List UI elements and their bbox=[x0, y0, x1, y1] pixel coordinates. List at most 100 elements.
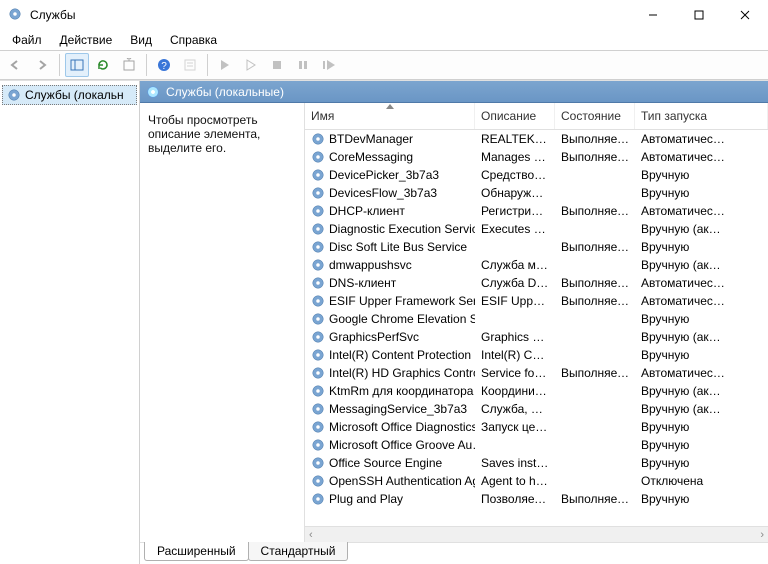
service-row[interactable]: Microsoft Office Groove Au…Вручную bbox=[305, 436, 768, 454]
bottom-tabs: Расширенный Стандартный bbox=[140, 542, 768, 564]
tree-root-label: Службы (локальн bbox=[25, 88, 124, 102]
cell-startup: Вручную bbox=[635, 186, 768, 200]
scroll-left-icon[interactable]: ‹ bbox=[309, 529, 313, 541]
main-area: Службы (локальн Службы (локальные) Чтобы… bbox=[0, 80, 768, 564]
service-row[interactable]: MessagingService_3b7a3Служба, от…Вручную… bbox=[305, 400, 768, 418]
svg-text:?: ? bbox=[161, 61, 167, 72]
service-row[interactable]: DevicesFlow_3b7a3Обнаруже…Вручную bbox=[305, 184, 768, 202]
service-row[interactable]: Google Chrome Elevation Se…Вручную bbox=[305, 310, 768, 328]
cell-startup: Вручную bbox=[635, 312, 768, 326]
cell-name: DevicePicker_3b7a3 bbox=[305, 168, 475, 182]
cell-description: Координи… bbox=[475, 384, 555, 398]
console-tree[interactable]: Службы (локальн bbox=[0, 81, 140, 564]
cell-description: Executes di… bbox=[475, 222, 555, 236]
column-start-label: Тип запуска bbox=[641, 109, 707, 123]
service-row[interactable]: ESIF Upper Framework ServiceESIF Upper …… bbox=[305, 292, 768, 310]
service-icon bbox=[311, 366, 325, 380]
service-name-text: Intel(R) Content Protection H… bbox=[329, 348, 475, 362]
sort-asc-icon bbox=[386, 104, 394, 109]
service-icon bbox=[311, 240, 325, 254]
close-button[interactable] bbox=[722, 0, 768, 30]
service-row[interactable]: Microsoft Office Diagnostics…Запуск цен…… bbox=[305, 418, 768, 436]
service-row[interactable]: Office Source EngineSaves instal…Вручную bbox=[305, 454, 768, 472]
cell-name: Diagnostic Execution Service bbox=[305, 222, 475, 236]
properties-button[interactable] bbox=[178, 53, 202, 77]
service-name-text: Microsoft Office Groove Au… bbox=[329, 438, 475, 452]
menubar: Файл Действие Вид Справка bbox=[0, 30, 768, 50]
tree-root-services[interactable]: Службы (локальн bbox=[2, 85, 137, 105]
cell-name: GraphicsPerfSvc bbox=[305, 330, 475, 344]
column-name[interactable]: Имя bbox=[305, 103, 475, 129]
service-icon bbox=[311, 222, 325, 236]
toolbar-separator bbox=[59, 54, 60, 76]
toolbar-separator bbox=[207, 54, 208, 76]
service-row[interactable]: CoreMessagingManages c…ВыполняетсяАвтома… bbox=[305, 148, 768, 166]
content-pane: Службы (локальные) Чтобы просмотреть опи… bbox=[140, 81, 768, 564]
window-title: Службы bbox=[30, 8, 630, 22]
grid-body[interactable]: BTDevManagerREALTEK Bl…ВыполняетсяАвтома… bbox=[305, 130, 768, 526]
column-state[interactable]: Состояние bbox=[555, 103, 635, 129]
cell-startup: Вручную (ак… bbox=[635, 258, 768, 272]
maximize-button[interactable] bbox=[676, 0, 722, 30]
service-row[interactable]: KtmRm для координатора …Координи…Вручную… bbox=[305, 382, 768, 400]
nav-forward-button[interactable] bbox=[30, 53, 54, 77]
tab-standard[interactable]: Стандартный bbox=[248, 542, 349, 561]
cell-name: CoreMessaging bbox=[305, 150, 475, 164]
stop-service-button[interactable] bbox=[265, 53, 289, 77]
column-startup[interactable]: Тип запуска bbox=[635, 103, 768, 129]
service-icon bbox=[311, 330, 325, 344]
service-row[interactable]: DNS-клиентСлужба D…ВыполняетсяАвтоматиче… bbox=[305, 274, 768, 292]
cell-name: Intel(R) Content Protection H… bbox=[305, 348, 475, 362]
start-service-button[interactable] bbox=[213, 53, 237, 77]
service-row[interactable]: OpenSSH Authentication Ag…Agent to h…Отк… bbox=[305, 472, 768, 490]
service-row[interactable]: dmwappushsvcСлужба ма…Вручную (ак… bbox=[305, 256, 768, 274]
service-row[interactable]: Plug and PlayПозволяет …ВыполняетсяВручн… bbox=[305, 490, 768, 508]
service-row[interactable]: DHCP-клиентРегистриру…ВыполняетсяАвтомат… bbox=[305, 202, 768, 220]
service-name-text: CoreMessaging bbox=[329, 150, 413, 164]
export-button[interactable] bbox=[117, 53, 141, 77]
show-hide-tree-button[interactable] bbox=[65, 53, 89, 77]
menu-view[interactable]: Вид bbox=[122, 31, 160, 49]
service-row[interactable]: Disc Soft Lite Bus ServiceВыполняетсяВру… bbox=[305, 238, 768, 256]
restart-service-button[interactable] bbox=[317, 53, 341, 77]
cell-name: ESIF Upper Framework Service bbox=[305, 294, 475, 308]
cell-startup: Вручную (ак… bbox=[635, 402, 768, 416]
menu-help[interactable]: Справка bbox=[162, 31, 225, 49]
service-row[interactable]: Diagnostic Execution ServiceExecutes di…… bbox=[305, 220, 768, 238]
service-name-text: Plug and Play bbox=[329, 492, 403, 506]
column-description[interactable]: Описание bbox=[475, 103, 555, 129]
help-button[interactable]: ? bbox=[152, 53, 176, 77]
cell-startup: Вручную bbox=[635, 456, 768, 470]
cell-state: Выполняется bbox=[555, 240, 635, 254]
service-row[interactable]: Intel(R) HD Graphics Control …Service fo… bbox=[305, 364, 768, 382]
service-icon bbox=[311, 384, 325, 398]
service-row[interactable]: GraphicsPerfSvcGraphics p…Вручную (ак… bbox=[305, 328, 768, 346]
cell-name: DHCP-клиент bbox=[305, 204, 475, 218]
menu-action[interactable]: Действие bbox=[52, 31, 121, 49]
service-row[interactable]: BTDevManagerREALTEK Bl…ВыполняетсяАвтома… bbox=[305, 130, 768, 148]
service-icon bbox=[311, 150, 325, 164]
cell-name: Microsoft Office Groove Au… bbox=[305, 438, 475, 452]
service-name-text: DevicesFlow_3b7a3 bbox=[329, 186, 437, 200]
service-name-text: DHCP-клиент bbox=[329, 204, 405, 218]
nav-back-button[interactable] bbox=[4, 53, 28, 77]
cell-description: Средство в… bbox=[475, 168, 555, 182]
service-name-text: Intel(R) HD Graphics Control … bbox=[329, 366, 475, 380]
start-service-alt-button[interactable] bbox=[239, 53, 263, 77]
service-row[interactable]: DevicePicker_3b7a3Средство в… Вручную bbox=[305, 166, 768, 184]
cell-description: Graphics p… bbox=[475, 330, 555, 344]
cell-state: Выполняется bbox=[555, 492, 635, 506]
cell-startup: Вручную bbox=[635, 420, 768, 434]
menu-file[interactable]: Файл bbox=[4, 31, 50, 49]
scroll-right-icon[interactable]: › bbox=[760, 529, 764, 541]
content-header: Службы (локальные) bbox=[140, 81, 768, 103]
horizontal-scroll-hint[interactable]: ‹ › bbox=[305, 526, 768, 542]
pause-service-button[interactable] bbox=[291, 53, 315, 77]
tab-standard-label: Стандартный bbox=[261, 544, 336, 558]
services-icon bbox=[146, 85, 160, 99]
refresh-button[interactable] bbox=[91, 53, 115, 77]
service-row[interactable]: Intel(R) Content Protection H…Intel(R) C… bbox=[305, 346, 768, 364]
tab-extended[interactable]: Расширенный bbox=[144, 542, 249, 561]
cell-startup: Вручную bbox=[635, 168, 768, 182]
minimize-button[interactable] bbox=[630, 0, 676, 30]
